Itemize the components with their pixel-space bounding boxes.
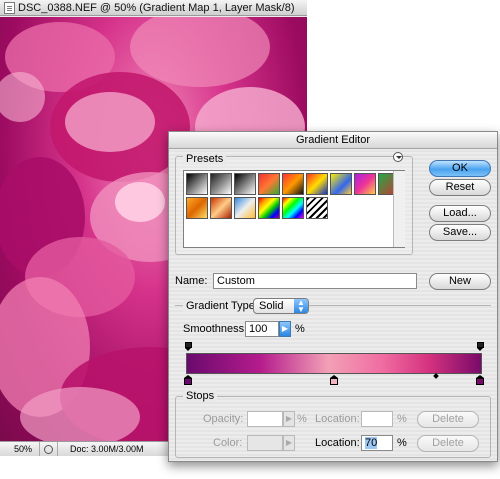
opacity-location-unit: % (397, 413, 407, 425)
preset-swatch[interactable] (306, 197, 328, 219)
name-field[interactable]: Custom (213, 273, 417, 289)
color-location-unit: % (397, 437, 407, 449)
stops-label: Stops (183, 390, 218, 402)
preset-swatch[interactable] (234, 173, 256, 195)
preset-swatch[interactable] (282, 197, 304, 219)
reset-button[interactable]: Reset (429, 179, 491, 196)
smoothness-label: Smoothness: (183, 323, 248, 335)
new-button[interactable]: New (429, 273, 491, 290)
name-label: Name: (175, 275, 208, 287)
preset-swatch[interactable] (258, 173, 280, 195)
preset-swatch[interactable] (306, 173, 328, 195)
color-well[interactable] (247, 435, 283, 451)
color-options-button[interactable]: ▶ (283, 435, 295, 451)
ok-button[interactable]: OK (429, 160, 491, 177)
presets-label: Presets (183, 153, 227, 165)
color-stop-middle[interactable] (330, 375, 338, 385)
presets-list[interactable] (183, 170, 405, 248)
gradient-type-value: Solid (259, 300, 284, 312)
gradient-type-label: Gradient Type: (183, 300, 261, 312)
document-icon (4, 1, 15, 14)
smoothness-field[interactable]: 100 (245, 321, 279, 337)
opacity-stop-right[interactable] (477, 342, 484, 351)
select-arrows-icon: ▲ ▼ (294, 299, 308, 314)
color-stop-left[interactable] (184, 375, 192, 385)
preset-swatch[interactable] (354, 173, 376, 195)
preset-swatch[interactable] (210, 197, 232, 219)
smoothness-unit: % (295, 323, 305, 335)
preset-swatch[interactable] (258, 197, 280, 219)
preset-swatch[interactable] (330, 173, 352, 195)
preset-swatch[interactable] (186, 197, 208, 219)
color-label: Color: (213, 437, 243, 449)
color-delete-button[interactable]: Delete (417, 435, 479, 452)
opacity-stop-left[interactable] (185, 342, 192, 351)
color-stop-right[interactable] (476, 375, 484, 385)
opacity-unit: % (297, 413, 307, 425)
save-button[interactable]: Save... (429, 224, 491, 241)
presets-scrollbar[interactable] (393, 171, 405, 247)
doc-size[interactable]: Doc: 3.00M/3.00M (58, 442, 144, 456)
gradient-type-select[interactable]: Solid ▲ ▼ (253, 298, 309, 314)
preset-swatch[interactable] (186, 173, 208, 195)
proxy-icon[interactable] (40, 442, 58, 456)
color-location-value: 70 (365, 437, 378, 449)
opacity-label: Opacity: (203, 413, 244, 425)
gradient-editor-dialog: Gradient Editor Presets OK Reset Load...… (168, 131, 498, 462)
presets-menu-icon[interactable] (393, 152, 403, 162)
dialog-title[interactable]: Gradient Editor (169, 132, 497, 149)
document-titlebar[interactable]: DSC_0388.NEF @ 50% (Gradient Map 1, Laye… (0, 0, 307, 16)
preset-swatch[interactable] (210, 173, 232, 195)
zoom-level[interactable]: 50% (0, 442, 40, 456)
opacity-slider-button[interactable]: ▶ (283, 411, 295, 427)
load-button[interactable]: Load... (429, 205, 491, 222)
opacity-location-field[interactable] (361, 411, 393, 427)
opacity-delete-button[interactable]: Delete (417, 411, 479, 428)
color-location-label: Location: (315, 437, 360, 449)
preset-swatch[interactable] (282, 173, 304, 195)
document-title: DSC_0388.NEF @ 50% (Gradient Map 1, Laye… (18, 1, 295, 14)
opacity-location-label: Location: (315, 413, 360, 425)
preset-swatch[interactable] (234, 197, 256, 219)
color-location-field[interactable]: 70 (361, 435, 393, 451)
gradient-preview-bar[interactable] (186, 353, 482, 374)
smoothness-slider-button[interactable]: ▶ (279, 321, 291, 337)
opacity-field[interactable] (247, 411, 283, 427)
